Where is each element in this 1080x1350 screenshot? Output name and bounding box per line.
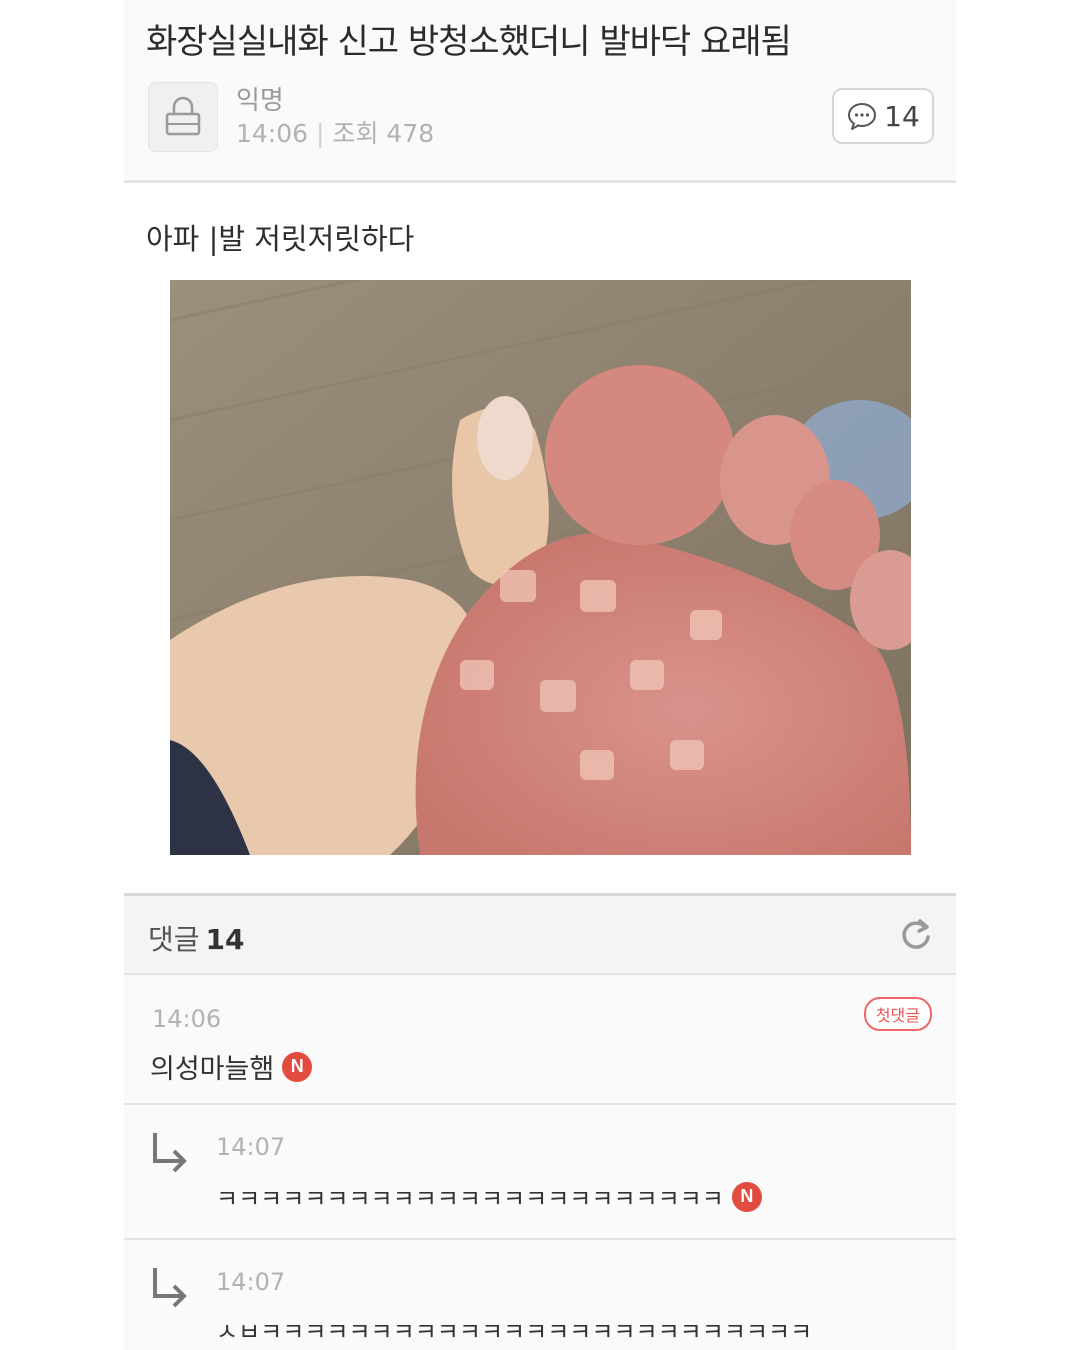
post-time: 14:06 <box>236 119 309 148</box>
comments-label: 댓글 <box>148 923 200 956</box>
comment-item[interactable]: 14:06 첫댓글 의성마늘햄 N <box>124 975 956 1105</box>
foot-photo-illustration <box>170 280 911 855</box>
speech-bubble-icon <box>848 103 877 130</box>
comment-time: 14:06 <box>152 1005 222 1033</box>
comment-text: 의성마늘햄 N <box>150 1047 313 1086</box>
reply-arrow-icon <box>153 1268 187 1308</box>
reply-time: 14:07 <box>216 1268 286 1296</box>
view-count: 조회 478 <box>332 119 435 148</box>
post-photo <box>170 280 911 855</box>
post-header: 화장실실내화 신고 방청소했더니 발바닥 요래됨 익명 14:06 | 조회 478… <box>124 0 956 183</box>
reply-time: 14:07 <box>216 1133 286 1161</box>
refresh-button[interactable] <box>896 914 936 954</box>
new-badge-icon: N <box>731 1181 762 1212</box>
first-comment-badge: 첫댓글 <box>863 997 932 1031</box>
post-meta: 14:06 | 조회 478 <box>236 114 434 150</box>
comments-title: 댓글 14 <box>148 918 245 958</box>
comments-count: 14 <box>205 923 245 956</box>
reply-body: ㅅㅂㅋㅋㅋㅋㅋㅋㅋㅋㅋㅋㅋㅋㅋㅋㅋㅋㅋㅋㅋㅋㅋㅋㅋㅋㅋ <box>216 1318 813 1346</box>
reply-text: ㅅㅂㅋㅋㅋㅋㅋㅋㅋㅋㅋㅋㅋㅋㅋㅋㅋㅋㅋㅋㅋㅋㅋㅋㅋㅋㅋ <box>216 1312 812 1347</box>
post-body-text: 아파 |발 저릿저릿하다 <box>146 222 415 256</box>
reply-text: ㅋㅋㅋㅋㅋㅋㅋㅋㅋㅋㅋㅋㅋㅋㅋㅋㅋㅋㅋㅋㅋㅋㅋ N <box>216 1179 762 1214</box>
comment-count: 14 <box>884 99 920 133</box>
lock-icon <box>165 96 201 136</box>
new-badge-icon: N <box>282 1051 313 1082</box>
anonymous-avatar <box>148 82 218 152</box>
reply-body: ㅋㅋㅋㅋㅋㅋㅋㅋㅋㅋㅋㅋㅋㅋㅋㅋㅋㅋㅋㅋㅋㅋㅋ <box>216 1185 724 1213</box>
reply-item[interactable]: 14:07 ㅅㅂㅋㅋㅋㅋㅋㅋㅋㅋㅋㅋㅋㅋㅋㅋㅋㅋㅋㅋㅋㅋㅋㅋㅋㅋㅋ <box>124 1240 956 1350</box>
comment-body: 의성마늘햄 <box>150 1054 275 1085</box>
meta-separator: | <box>316 119 325 148</box>
post-title: 화장실실내화 신고 방청소했더니 발바닥 요래됨 <box>146 22 792 62</box>
refresh-icon <box>902 919 930 949</box>
reply-arrow-icon <box>153 1133 187 1173</box>
reply-item[interactable]: 14:07 ㅋㅋㅋㅋㅋㅋㅋㅋㅋㅋㅋㅋㅋㅋㅋㅋㅋㅋㅋㅋㅋㅋㅋ N <box>124 1105 956 1240</box>
comments-header: 댓글 14 <box>124 893 956 975</box>
author-name: 익명 <box>236 86 284 116</box>
comment-count-button[interactable]: 14 <box>832 88 934 144</box>
